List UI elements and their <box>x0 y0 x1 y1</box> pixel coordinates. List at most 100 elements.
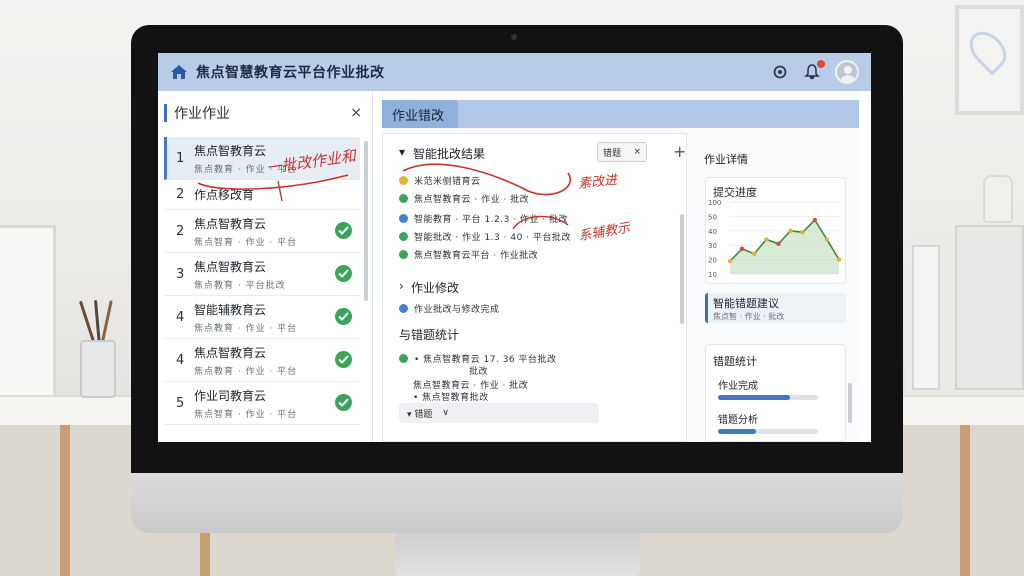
bell-icon[interactable] <box>803 60 825 81</box>
item-number: 1 <box>176 150 185 166</box>
add-icon[interactable]: + <box>673 142 686 161</box>
item-number: 4 <box>176 352 185 368</box>
item-title: 作业司教育云 <box>194 388 267 403</box>
webcam <box>511 34 517 40</box>
chart-area <box>730 220 839 274</box>
item-subtitle: 焦点教育 · 平台批改 <box>194 280 286 291</box>
progress-bar-fill <box>718 429 756 434</box>
y-tick-label: 40 <box>708 228 717 236</box>
list-item[interactable]: 2 作点移改育 <box>164 180 360 210</box>
status-dot <box>399 176 408 185</box>
notification-badge <box>817 60 825 68</box>
printer <box>955 225 1024 390</box>
homework-list-header: 作业作业 × <box>158 91 372 135</box>
close-icon[interactable]: × <box>633 147 641 157</box>
y-tick-label: 20 <box>708 257 717 265</box>
chart-point <box>764 237 769 242</box>
homework-list-panel: 作业作业 × 1 焦点智教育云 焦点教育 · 作业 · 平台 2 作点移改育 2 … <box>158 91 373 442</box>
check-icon <box>335 351 352 368</box>
chart-point <box>824 237 830 242</box>
stats-title: 错题统计 <box>713 355 757 368</box>
home-icon[interactable] <box>170 64 188 80</box>
error-stats-card: 错题统计 作业完成 错题分析 <box>705 344 846 442</box>
grading-header: 作业错改 <box>382 100 859 128</box>
scrollbar[interactable] <box>848 383 852 423</box>
result-text: 米范米侧错育云 <box>414 177 481 187</box>
chart-point <box>788 228 793 233</box>
desk-leg <box>960 425 970 576</box>
status-dot <box>399 194 408 203</box>
check-icon <box>335 308 352 325</box>
bar-label: 作业完成 <box>718 381 758 392</box>
item-subtitle: 焦点教育 · 作业 · 平台 <box>194 323 298 334</box>
monitor-screen: 焦点智慧教育云平台作业批改 作业作业 × 1 焦点智教育云 焦点教育 · 作业 ·… <box>158 53 871 442</box>
status-dot <box>399 304 408 313</box>
result-row[interactable]: 智能批改 · 作业 1.3 · 40 · 平台批改 <box>399 230 571 243</box>
handwritten-annotation: 素改进 <box>577 172 618 192</box>
pencil-cup <box>80 340 116 398</box>
scrollbar[interactable] <box>680 214 684 324</box>
stat-row-continued: 批改 <box>469 364 488 377</box>
result-row[interactable]: 智能教育 · 平台 1.2.3 · 作业 · 批改 <box>399 212 568 225</box>
status-dot <box>399 354 408 363</box>
result-row[interactable]: 焦点智教育云 · 作业 · 批改 <box>399 192 529 205</box>
scrollbar[interactable] <box>364 141 368 301</box>
vase <box>983 175 1013 223</box>
details-title: 作业详情 <box>704 153 748 166</box>
homework-list-title: 作业作业 <box>174 106 230 122</box>
result-text: 焦点智教育云 · 作业 · 批改 <box>414 195 530 205</box>
bar-label: 错题分析 <box>718 415 758 426</box>
wall-picture-frame <box>955 5 1024 115</box>
list-item[interactable]: 3 焦点智教育云 焦点教育 · 平台批改 <box>164 253 360 296</box>
check-icon <box>335 222 352 239</box>
chevron-down-icon: ∨ <box>442 408 449 418</box>
item-number: 2 <box>176 223 185 239</box>
stat-row[interactable]: • 焦点智教育批改 <box>413 390 489 403</box>
item-number: 4 <box>176 309 185 325</box>
progress-chart: 100 50 40 30 20 10 <box>708 199 842 279</box>
list-item[interactable]: 5 作业司教育云焦点智育 · 作业 · 平台 <box>164 382 360 425</box>
list-item[interactable]: 2 焦点智教育云 焦点智育 · 作业 · 平台 <box>164 210 360 253</box>
header-accent <box>164 104 167 122</box>
chart-point <box>752 251 757 257</box>
section-title: 智能批改结果 <box>413 147 486 161</box>
settings-icon[interactable] <box>771 63 789 81</box>
avatar[interactable] <box>835 60 859 84</box>
result-text: 焦点智教育云平台 · 作业批改 <box>414 251 539 261</box>
item-title: 焦点智教育云 <box>194 345 267 360</box>
item-number: 5 <box>176 395 185 411</box>
item-title: 作点移改育 <box>194 188 255 202</box>
result-text: 智能教育 · 平台 1.2.3 · 作业 · 批改 <box>414 215 569 225</box>
close-icon[interactable]: × <box>350 105 362 121</box>
y-tick-label: 50 <box>708 213 717 221</box>
tab-grading[interactable]: 作业错改 <box>382 100 459 128</box>
item-title: 智能辅教育云 <box>194 302 267 317</box>
suggestion-title: 智能错题建议 <box>713 297 779 310</box>
app-header: 焦点智慧教育云平台作业批改 <box>158 53 871 91</box>
chart-point <box>739 246 745 251</box>
section-chevron-icon: ▾ <box>399 145 406 159</box>
result-row[interactable]: 焦点智教育云平台 · 作业批改 <box>399 248 538 261</box>
y-tick-label: 30 <box>708 242 717 250</box>
item-number: 2 <box>176 187 185 202</box>
y-tick-label: 100 <box>708 199 721 207</box>
list-item[interactable]: 4 智能辅教育云焦点教育 · 作业 · 平台 <box>164 296 360 339</box>
result-text: 智能批改 · 作业 1.3 · 40 · 平台批改 <box>414 233 571 243</box>
error-filter-dropdown[interactable]: ▾ 错题 ∨ <box>399 403 599 423</box>
homework-list: 1 焦点智教育云 焦点教育 · 作业 · 平台 2 作点移改育 2 焦点智教育云焦… <box>164 137 360 425</box>
progress-bar <box>718 395 818 400</box>
result-row[interactable]: 米范米侧错育云 <box>399 174 481 187</box>
suggestion-subtitle: 焦点智 · 作业 · 批改 <box>713 312 785 321</box>
item-number: 3 <box>176 266 185 282</box>
filter-tag[interactable]: 错题 × <box>597 142 647 162</box>
filter-tag-label: 错题 <box>603 148 622 159</box>
details-panel: 作业详情 提交进度 100 50 40 30 20 10 智能错题建议 焦点智 · 作业 … <box>698 133 853 442</box>
desk-leg <box>60 425 70 576</box>
item-subtitle: 焦点智育 · 作业 · 平台 <box>194 409 298 420</box>
status-dot <box>399 250 408 259</box>
status-dot <box>399 214 408 223</box>
list-item[interactable]: 4 焦点智教育云 焦点教育 · 作业 · 平台 <box>164 339 360 382</box>
suggestion-card[interactable]: 智能错题建议 焦点智 · 作业 · 批改 <box>705 293 846 323</box>
result-row[interactable]: 作业批改与修改完成 <box>399 302 500 315</box>
chart-point <box>812 217 817 223</box>
